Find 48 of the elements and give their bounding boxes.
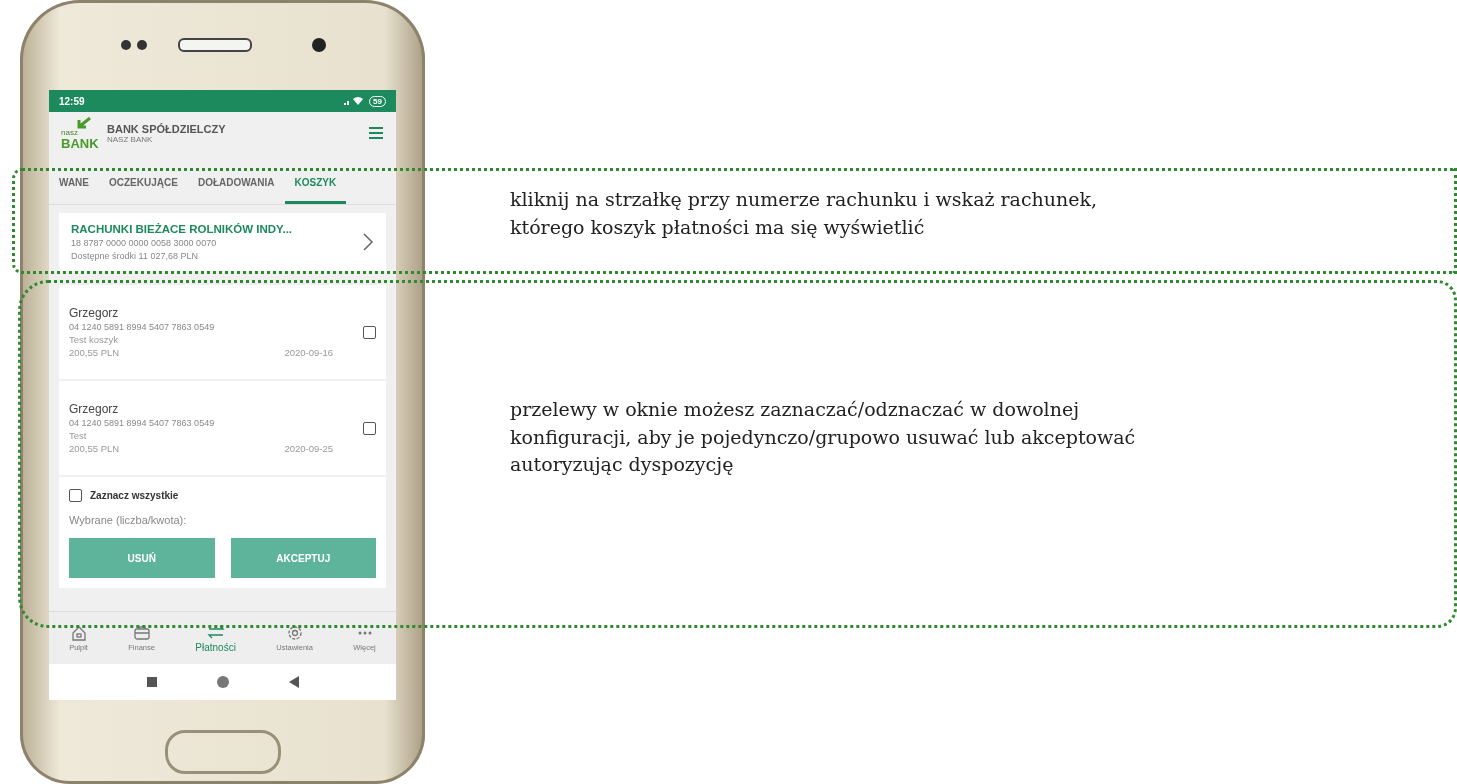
selected-summary: Wybrane (liczba/kwota): bbox=[69, 514, 188, 526]
circle-icon[interactable] bbox=[216, 676, 229, 688]
transfer-title: Test bbox=[69, 430, 88, 441]
signal-wifi-icon bbox=[343, 96, 366, 106]
recipient-name: Grzegorz bbox=[69, 402, 120, 416]
triangle-back-icon[interactable] bbox=[288, 676, 299, 688]
home-button[interactable] bbox=[164, 730, 281, 774]
square-icon[interactable] bbox=[146, 677, 157, 687]
bank-subtitle: NASZ BANK bbox=[107, 134, 154, 144]
menu-icon[interactable] bbox=[368, 127, 384, 139]
briefcase-icon bbox=[132, 624, 151, 641]
arrow-logo-icon bbox=[75, 116, 91, 129]
logo-text: BANK bbox=[61, 136, 99, 150]
transfer-row[interactable]: Grzegorz 04 1240 5891 8994 5407 7863 0549 Test koszyk 200,55 PLN 2020-09-16 bbox=[59, 285, 386, 379]
select-all-label: Zaznacz wszystkie bbox=[90, 490, 179, 501]
checkbox[interactable] bbox=[69, 489, 82, 502]
recipient-account: 04 1240 5891 8994 5407 7863 0549 bbox=[69, 418, 216, 428]
sensor-dots-icon bbox=[119, 39, 148, 51]
more-icon bbox=[357, 630, 372, 635]
tab[interactable]: DOŁADOWANIA bbox=[187, 164, 285, 204]
transfer-row[interactable]: Grzegorz 04 1240 5891 8994 5407 7863 0549 Test 200,55 PLN 2020-09-25 bbox=[59, 381, 386, 475]
tab[interactable]: WANE bbox=[49, 164, 99, 204]
settings-icon bbox=[285, 624, 304, 641]
nav-item[interactable]: Płatności bbox=[195, 623, 236, 653]
action-button[interactable]: AKCEPTUJ bbox=[230, 538, 376, 578]
transfer-amount: 200,55 PLN bbox=[69, 443, 120, 454]
bank-name: BANK SPÓŁDZIELCZY bbox=[107, 122, 227, 135]
callout-text: przelewy w oknie możesz zaznaczać/odznaczać w dowolnej konfiguracji, aby je pojedynczo/grupowo usuwać lub akceptować autoryzując dyspozycję bbox=[510, 397, 1137, 478]
transfer-date: 2020-09-25 bbox=[284, 443, 333, 454]
logo-small-text: nasz bbox=[61, 128, 79, 137]
available-balance: Dostępne środki 11 027,68 PLN bbox=[71, 251, 199, 261]
chevron-right-icon[interactable] bbox=[362, 233, 374, 251]
status-time: 12:59 bbox=[59, 95, 85, 107]
tab[interactable]: KOSZYK bbox=[284, 164, 347, 204]
checkbox[interactable] bbox=[363, 421, 376, 435]
account-card[interactable]: RACHUNKI BIEŻACE ROLNIKÓW INDY... 18 8787 0000 0000 0058 3000 0070 Dostępne środki 11 027,68 PLN bbox=[59, 213, 386, 271]
account-name: RACHUNKI BIEŻACE ROLNIKÓW INDY... bbox=[71, 223, 294, 235]
transfer-title: Test koszyk bbox=[69, 334, 120, 345]
transfer-amount: 200,55 PLN bbox=[69, 347, 120, 358]
callout-text: kliknij na strzałkę przy numerze rachunku i wskaż rachunek, którego koszyk płatności ma się wyświetlić bbox=[510, 187, 1099, 240]
camera-lens bbox=[311, 38, 326, 52]
recipient-account: 04 1240 5891 8994 5407 7863 0549 bbox=[69, 322, 216, 332]
transfer-date: 2020-09-16 bbox=[284, 347, 333, 358]
checkbox[interactable] bbox=[363, 325, 376, 339]
account-number: 18 8787 0000 0000 0058 3000 0070 bbox=[71, 238, 218, 248]
recipient-name: Grzegorz bbox=[69, 306, 120, 320]
action-button[interactable]: USUŃ bbox=[69, 538, 215, 578]
tab[interactable]: OCZEKUJĄCE bbox=[99, 164, 188, 204]
